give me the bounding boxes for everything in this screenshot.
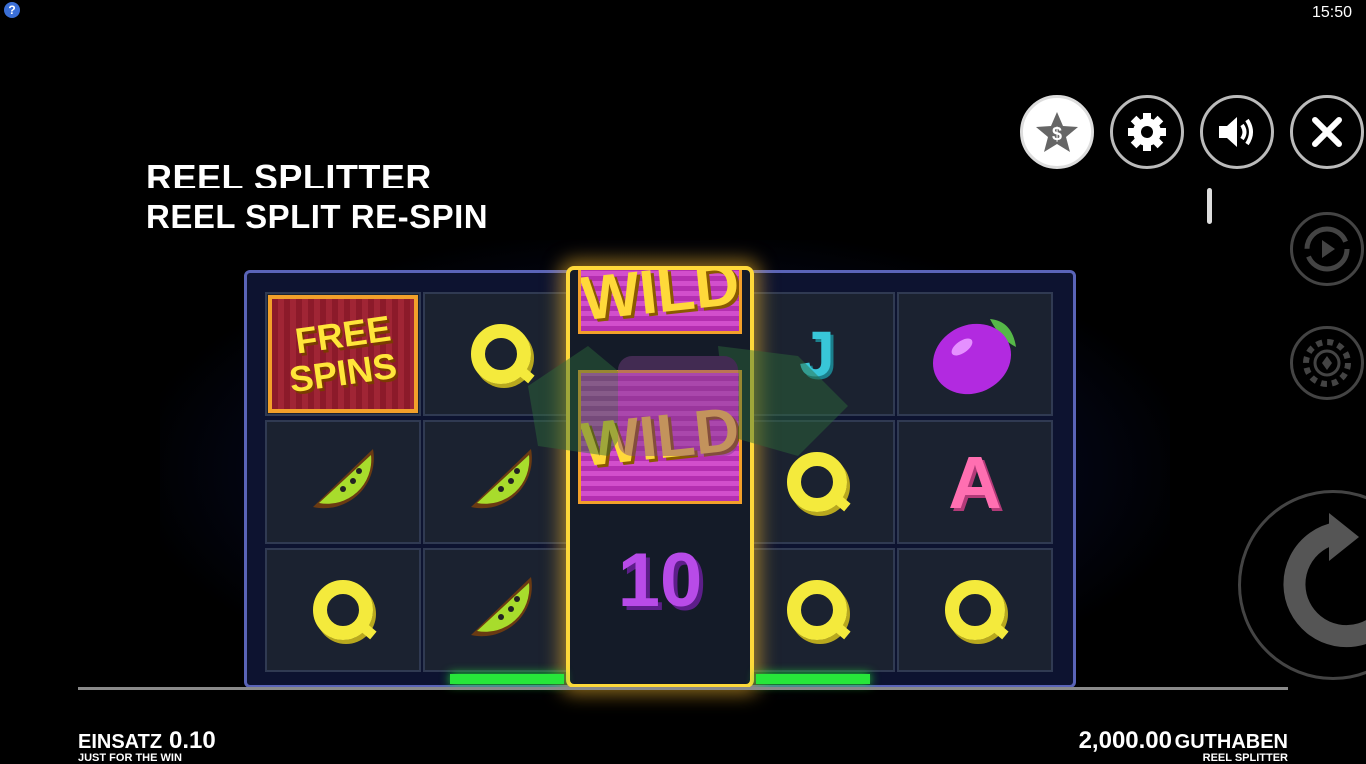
gear-icon [1128, 113, 1166, 151]
stake-value[interactable]: 0.10 [169, 727, 216, 755]
q-symbol [945, 580, 1005, 640]
game-name-label: REEL SPLITTER [1202, 752, 1288, 764]
stake-label: EINSATZ [78, 731, 163, 753]
win-line-marker-right [756, 674, 870, 684]
scroll-handle[interactable] [1207, 188, 1212, 224]
clock: 15:50 [1311, 4, 1352, 21]
game-logo-watermark [528, 346, 848, 456]
kiwi-symbol [313, 449, 374, 509]
kiwi-symbol [471, 577, 532, 637]
dollar-star-icon: $ [1036, 112, 1078, 152]
wild-label: WILD [578, 266, 742, 334]
balance-value: 2,000.00 [1078, 727, 1172, 754]
spin-button[interactable] [1238, 490, 1366, 680]
reel-cell [897, 548, 1053, 672]
speaker-icon [1219, 117, 1253, 147]
q-symbol [313, 580, 373, 640]
help-button[interactable]: ? [4, 2, 20, 18]
q-symbol [787, 580, 847, 640]
a-symbol: A [948, 440, 1002, 524]
game-title: REEL SPLITTER [146, 157, 432, 188]
settings-button[interactable] [1110, 95, 1184, 169]
reel-cell [265, 548, 421, 672]
sound-button[interactable] [1200, 95, 1274, 169]
cash-button[interactable]: $ [1020, 95, 1094, 169]
reel-cell: A [897, 420, 1053, 544]
autoplay-icon [1304, 226, 1350, 272]
feature-title: REEL SPLIT RE-SPIN [146, 198, 489, 235]
close-icon [1312, 117, 1342, 147]
balance-label: GUTHABEN [1174, 731, 1288, 753]
plum-symbol [933, 319, 1016, 395]
bet-button[interactable] [1290, 326, 1364, 400]
reel-cell: FREE SPINS [265, 292, 421, 416]
reel-cell [739, 548, 895, 672]
reel-cell [897, 292, 1053, 416]
spin-arrow-icon [1283, 513, 1366, 648]
win-line-marker-left [450, 674, 564, 684]
footer-divider [78, 687, 1288, 690]
free-spins-symbol: FREE SPINS [268, 295, 418, 413]
close-button[interactable] [1290, 95, 1364, 169]
autoplay-button[interactable] [1290, 212, 1364, 286]
ten-symbol: 10 [617, 537, 703, 623]
brand-label: JUST FOR THE WIN [78, 752, 182, 764]
chip-icon [1303, 339, 1351, 387]
wild-symbol-top: WILD [578, 266, 742, 334]
reel-cell [423, 548, 579, 672]
svg-text:$: $ [1052, 124, 1062, 144]
reel-cell [265, 420, 421, 544]
